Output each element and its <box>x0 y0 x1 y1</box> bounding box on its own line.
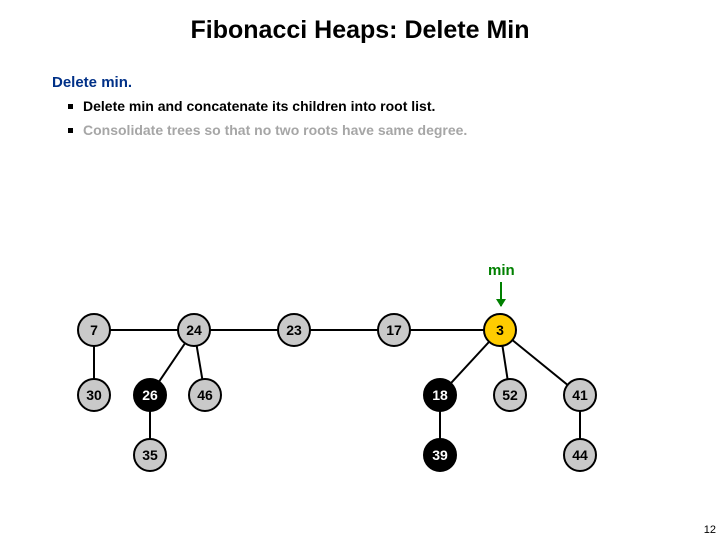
node-17: 17 <box>377 313 411 347</box>
node-23: 23 <box>277 313 311 347</box>
node-41: 41 <box>563 378 597 412</box>
node-35: 35 <box>133 438 167 472</box>
node-3: 3 <box>483 313 517 347</box>
bullet-text-2: Consolidate trees so that no two roots h… <box>83 122 467 138</box>
subtitle: Delete min. <box>52 74 132 91</box>
bullet-item-1: Delete min and concatenate its children … <box>68 98 467 114</box>
page-number: 12 <box>704 524 716 536</box>
node-30: 30 <box>77 378 111 412</box>
bullet-text-1: Delete min and concatenate its children … <box>83 98 435 114</box>
bullet-list: Delete min and concatenate its children … <box>68 98 467 146</box>
bullet-dot-icon <box>68 128 73 133</box>
min-arrow-icon <box>500 282 502 306</box>
node-18: 18 <box>423 378 457 412</box>
node-44: 44 <box>563 438 597 472</box>
node-39: 39 <box>423 438 457 472</box>
page-title: Fibonacci Heaps: Delete Min <box>0 0 720 45</box>
min-label: min <box>488 262 515 279</box>
bullet-dot-icon <box>68 104 73 109</box>
node-24: 24 <box>177 313 211 347</box>
node-26: 26 <box>133 378 167 412</box>
node-46: 46 <box>188 378 222 412</box>
node-7: 7 <box>77 313 111 347</box>
node-52: 52 <box>493 378 527 412</box>
bullet-item-2: Consolidate trees so that no two roots h… <box>68 122 467 138</box>
